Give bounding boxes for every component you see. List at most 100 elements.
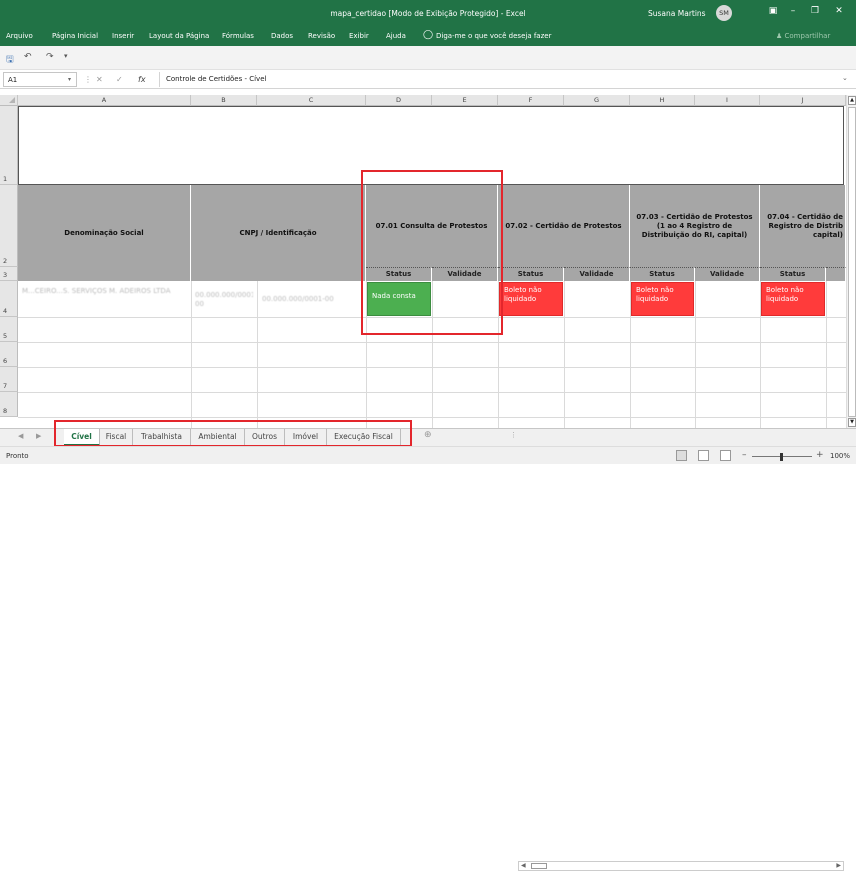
subheader-validade-k[interactable] [826,267,846,281]
avatar[interactable]: SM [716,5,732,21]
row-header-4[interactable]: 4 [0,281,18,317]
sheet-tab-civel[interactable]: Cível [64,429,100,446]
tab-revisao[interactable]: Revisão [308,32,335,40]
restore-icon[interactable]: ❐ [806,6,824,16]
column-header-a[interactable]: A [18,95,191,106]
scroll-up-icon[interactable]: ▲ [848,96,856,105]
page-break-view-icon[interactable] [720,450,731,461]
subheader-validade-g[interactable]: Validade [564,267,630,281]
expand-formula-icon[interactable]: ⌄ [842,74,848,82]
row-header-3[interactable]: 3 [0,267,18,281]
column-header-b[interactable]: B [191,95,257,106]
row-header-7[interactable]: 7 [0,367,18,392]
column-header-j[interactable]: J [760,95,846,106]
status-bar: Pronto – + 100% [0,446,856,464]
row-number: 8 [3,407,8,415]
name-box[interactable]: A1 ▾ [3,72,77,87]
status-j4[interactable]: Boleto não liquidado [761,282,825,316]
header-0701[interactable]: 07.01 Consulta de Protestos [366,185,498,267]
tab-exibir[interactable]: Exibir [349,32,369,40]
tab-dados[interactable]: Dados [271,32,293,40]
subheader-status-d[interactable]: Status [366,267,432,281]
cnpj-cell-b[interactable]: 00.000.000/0001-00 [195,291,253,311]
subheader-validade-i[interactable]: Validade [695,267,760,281]
subheader-status-j[interactable]: Status [760,267,826,281]
column-header-c[interactable]: C [257,95,366,106]
zoom-level[interactable]: 100% [830,452,850,460]
header-0703[interactable]: 07.03 - Certidão de Protestos (1 ao 4 Re… [630,185,760,267]
header-0704[interactable]: 07.04 - Certidão de Registro de Distrib … [760,185,846,267]
share-label: Compartilhar [784,32,831,40]
subheader-status-f[interactable]: Status [498,267,564,281]
column-header-f[interactable]: F [498,95,564,106]
company-name-cell[interactable]: M...CEIRO...S. SERVIÇOS M. ADEIROS LTDA [22,287,187,313]
worksheet-grid[interactable]: A B C D E F G H I J 1 2 3 4 5 6 7 8 Deno… [0,95,846,428]
sheet-tab-fiscal[interactable]: Fiscal [100,429,133,446]
sheet-tab-imovel[interactable]: Imóvel [285,429,327,446]
row-header-6[interactable]: 6 [0,342,18,367]
tab-arquivo[interactable]: Arquivo [6,32,33,40]
normal-view-icon[interactable] [676,450,687,461]
tab-formulas[interactable]: Fórmulas [222,32,254,40]
scroll-down-icon[interactable]: ▼ [848,418,856,427]
minimize-icon[interactable]: – [784,6,802,16]
status-f4[interactable]: Boleto não liquidado [499,282,563,316]
zoom-in-icon[interactable]: + [816,450,824,460]
column-header-d[interactable]: D [366,95,432,106]
header-0702[interactable]: 07.02 - Certidão de Protestos [498,185,630,267]
redo-icon[interactable]: ↷ [46,52,54,62]
row-header-5[interactable]: 5 [0,317,18,342]
subheader-status-h[interactable]: Status [630,267,695,281]
next-sheet-icon[interactable]: ▶ [36,432,41,440]
horizontal-scrollbar[interactable]: ◀ ▶ [518,861,844,871]
tab-split-icon[interactable]: ⋮ [510,431,517,439]
share-button[interactable]: ♟ Compartilhar [776,32,830,40]
scroll-thumb[interactable] [848,107,856,417]
status-h4[interactable]: Boleto não liquidado [631,282,694,316]
sheet-tab-outros[interactable]: Outros [245,429,285,446]
close-icon[interactable]: ✕ [830,6,848,16]
cancel-icon[interactable]: ✕ [96,75,103,84]
save-icon[interactable]: 🖫 [6,52,14,68]
header-denominacao[interactable]: Denominação Social [18,185,191,281]
header-cnpj[interactable]: CNPJ / Identificação [191,185,366,281]
tab-ajuda[interactable]: Ajuda [386,32,406,40]
row-header-1[interactable]: 1 [0,106,18,185]
select-all-corner[interactable] [0,95,18,106]
scroll-right-icon[interactable]: ▶ [836,862,841,869]
add-sheet-icon[interactable]: ⊕ [424,430,432,440]
gridline [695,281,696,428]
tab-layout[interactable]: Layout da Página [149,32,209,40]
tell-me-box[interactable]: Diga-me o que você deseja fazer [436,32,551,40]
tab-pagina-inicial[interactable]: Página Inicial [52,32,98,40]
insert-function-icon[interactable]: fx [138,75,146,84]
title-cell-a1[interactable] [18,106,844,185]
column-header-h[interactable]: H [630,95,695,106]
enter-icon[interactable]: ✓ [116,75,123,84]
formula-input[interactable]: Controle de Certidões - Cível [159,72,839,87]
column-header-i[interactable]: I [695,95,760,106]
scroll-thumb-horizontal[interactable] [531,863,547,869]
ribbon-display-icon[interactable]: ▣ [764,6,782,16]
row-header-8[interactable]: 8 [0,392,18,417]
page-layout-view-icon[interactable] [698,450,709,461]
column-header-g[interactable]: G [564,95,630,106]
cnpj-cell-c[interactable]: 00.000.000/0001-00 [262,295,362,307]
sheet-tab-execucao-fiscal[interactable]: Execução Fiscal [327,429,401,446]
user-name[interactable]: Susana Martins [648,9,706,18]
undo-icon[interactable]: ↶ [24,52,32,62]
sheet-tab-trabalhista[interactable]: Trabalhista [133,429,191,446]
chevron-down-icon[interactable]: ▾ [68,76,71,83]
scroll-left-icon[interactable]: ◀ [521,862,526,869]
zoom-slider-knob[interactable] [780,453,783,461]
tab-inserir[interactable]: Inserir [112,32,134,40]
sheet-tab-ambiental[interactable]: Ambiental [191,429,245,446]
subheader-validade-e[interactable]: Validade [432,267,498,281]
vertical-scrollbar[interactable]: ▲ ▼ [846,95,856,428]
status-d4[interactable]: Nada consta [367,282,431,316]
row-header-2[interactable]: 2 [0,185,18,267]
zoom-out-icon[interactable]: – [742,450,747,460]
customize-qat-icon[interactable]: ▾ [64,52,68,60]
prev-sheet-icon[interactable]: ◀ [18,432,23,440]
column-header-e[interactable]: E [432,95,498,106]
